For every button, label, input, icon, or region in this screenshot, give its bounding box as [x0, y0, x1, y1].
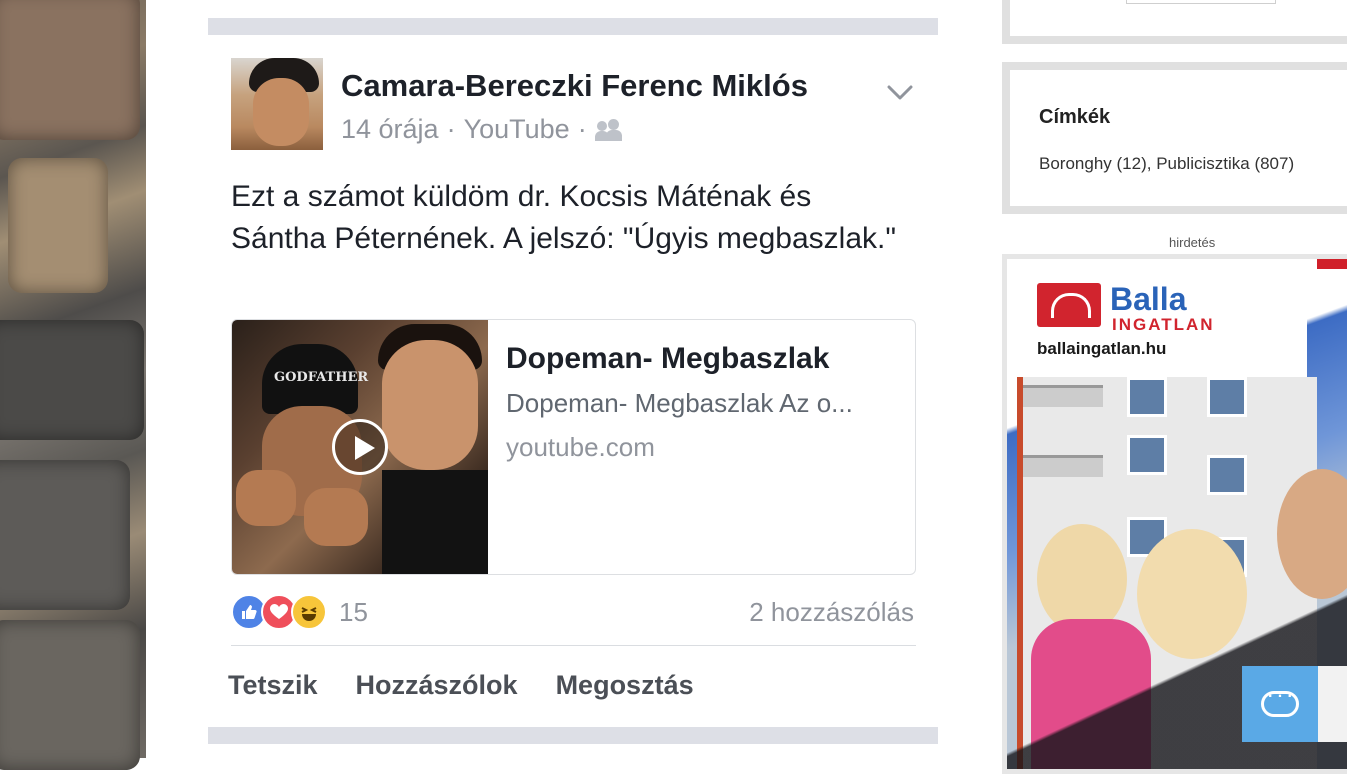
- facebook-post: Camara-Bereczki Ferenc Miklós 14 órája ·…: [208, 18, 938, 746]
- chat-bubble-icon: [1261, 688, 1299, 717]
- share-button[interactable]: Megosztás: [556, 670, 694, 701]
- stone-block: [0, 0, 140, 140]
- thumbnail-hat-text: GODFATHER: [274, 370, 369, 385]
- stone-block: [8, 158, 108, 293]
- thumb-figure: [382, 340, 478, 470]
- thumb-figure: [236, 470, 296, 526]
- chat-button[interactable]: [1242, 666, 1318, 742]
- reaction-count: 15: [339, 596, 368, 627]
- play-icon[interactable]: [332, 419, 388, 475]
- video-thumbnail[interactable]: GODFATHER: [232, 320, 488, 574]
- link-description: Dopeman- Megbaszlak Az o...: [506, 388, 853, 418]
- thumb-figure: [304, 488, 368, 546]
- stone-block: [0, 320, 144, 440]
- post-source: YouTube: [463, 114, 570, 144]
- tags-title: Címkék: [1039, 106, 1111, 128]
- ad-site: ballaingatlan.hu: [1037, 339, 1167, 358]
- scroll-edge: [1318, 666, 1347, 742]
- ad-label: hirdetés: [1169, 235, 1216, 250]
- tags-widget: Címkék Boronghy (12), Publicisztika (807…: [1002, 62, 1347, 214]
- ad-window: [1207, 455, 1247, 495]
- tag-link[interactable]: Boronghy (12): [1039, 154, 1147, 173]
- link-title[interactable]: Dopeman- Megbaszlak: [506, 342, 829, 376]
- sidebar-top-box: [1002, 0, 1347, 44]
- post-actions: Tetszik Hozzászólok Megosztás: [228, 670, 694, 701]
- house-logo-icon: [1037, 283, 1101, 327]
- like-button[interactable]: Tetszik: [228, 670, 318, 701]
- ad-brand: Balla: [1110, 281, 1187, 317]
- author-name[interactable]: Camara-Bereczki Ferenc Miklós: [341, 68, 808, 104]
- post-text: Ezt a számot küldöm dr. Kocsis Máténak é…: [231, 180, 896, 255]
- page: Camara-Bereczki Ferenc Miklós 14 órája ·…: [146, 0, 1347, 774]
- divider: [231, 645, 916, 646]
- haha-reaction-icon: [291, 594, 327, 630]
- feed-separator-top: [208, 18, 938, 35]
- background-stone-wall: [0, 0, 146, 770]
- meta-separator-2: ·: [577, 114, 587, 144]
- post-meta: 14 órája · YouTube ·: [341, 114, 623, 145]
- ad-balcony: [1023, 455, 1103, 477]
- stone-block: [0, 460, 130, 610]
- author-avatar[interactable]: [231, 58, 323, 150]
- tags-list: Boronghy (12), Publicisztika (807): [1039, 154, 1294, 174]
- comment-button[interactable]: Hozzászólok: [356, 670, 518, 701]
- chevron-down-icon[interactable]: [886, 78, 914, 106]
- search-field[interactable]: [1126, 0, 1276, 4]
- thumb-figure: [382, 470, 488, 574]
- ad-window: [1127, 435, 1167, 475]
- ad-brand-sub: INGATLAN: [1112, 315, 1215, 334]
- link-domain: youtube.com: [506, 432, 655, 462]
- comments-count[interactable]: 2 hozzászólás: [749, 597, 914, 628]
- meta-separator: ·: [446, 114, 456, 144]
- tag-link[interactable]: Publicisztika (807): [1156, 154, 1294, 173]
- friends-icon: [594, 118, 623, 141]
- feed-separator-bottom: [208, 727, 938, 744]
- stone-block: [0, 620, 140, 770]
- avatar-face: [253, 78, 309, 146]
- link-preview-card[interactable]: GODFATHER Dopeman- Megbaszlak Dopeman- M…: [231, 319, 916, 575]
- ad-window: [1127, 377, 1167, 417]
- ad-accent: [1317, 259, 1347, 269]
- reactions-summary[interactable]: 15: [231, 593, 368, 631]
- ad-window: [1207, 377, 1247, 417]
- ad-balcony: [1023, 385, 1103, 407]
- tag-separator: ,: [1146, 154, 1157, 173]
- post-time[interactable]: 14 órája: [341, 114, 439, 145]
